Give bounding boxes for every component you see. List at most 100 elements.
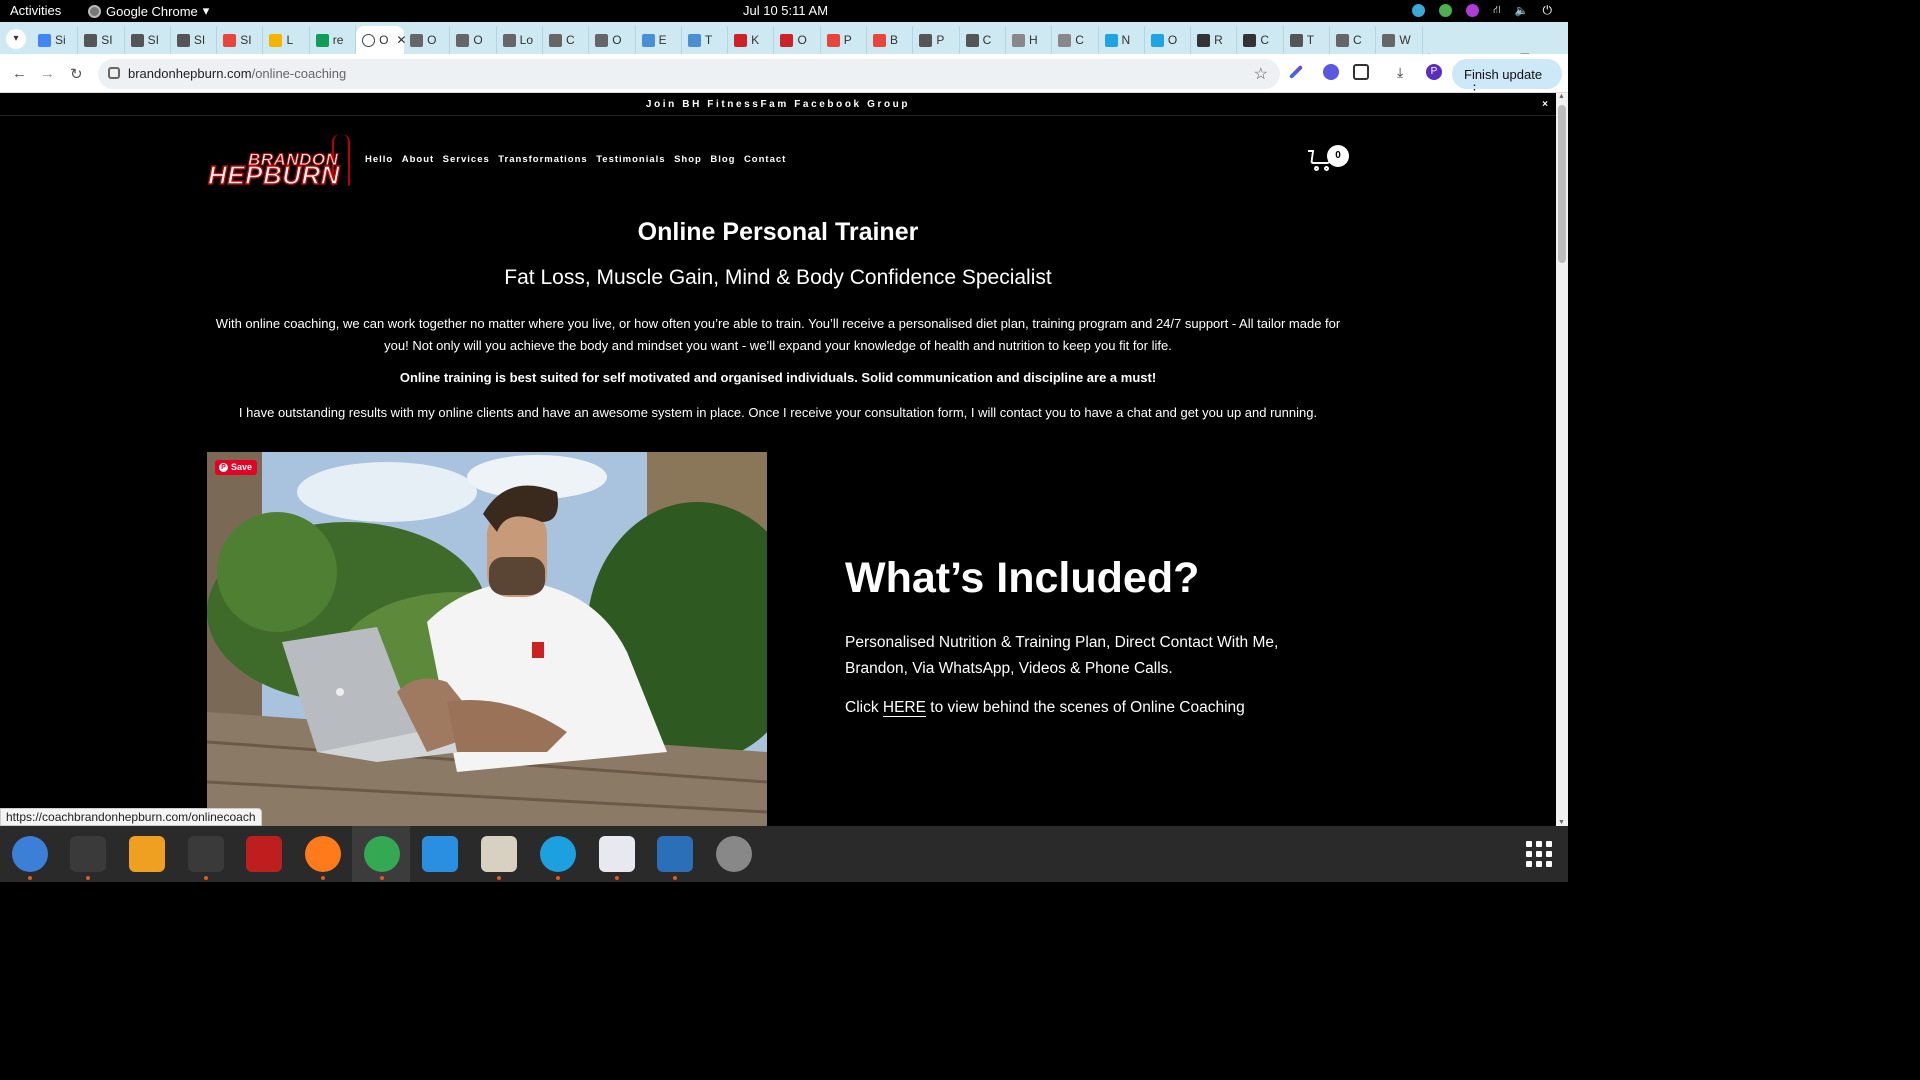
browser-tab[interactable]: T: [1284, 26, 1331, 54]
firefox-icon[interactable]: [305, 836, 341, 872]
browser-tab[interactable]: O: [1145, 26, 1192, 54]
nav-link-services[interactable]: Services: [443, 154, 490, 165]
color-picker-icon[interactable]: [1466, 4, 1480, 17]
document-viewer-icon[interactable]: [657, 836, 693, 872]
browser-tab[interactable]: re: [310, 26, 357, 54]
activities-button[interactable]: Activities: [10, 3, 61, 18]
tab-label: C: [1353, 33, 1362, 47]
system-monitor-icon[interactable]: [188, 836, 224, 872]
vscode-icon[interactable]: [422, 836, 458, 872]
tab-label: SI: [193, 33, 206, 47]
here-link[interactable]: HERE: [882, 699, 926, 717]
browser-tab[interactable]: O: [450, 26, 497, 54]
app-grid-icon[interactable]: [1526, 841, 1552, 867]
forward-icon[interactable]: →: [40, 65, 55, 82]
files-icon[interactable]: [481, 836, 517, 872]
cart-count-badge[interactable]: 0: [1327, 145, 1349, 167]
app-menu[interactable]: Google Chrome ▾: [88, 3, 209, 19]
back-icon[interactable]: ←: [12, 65, 27, 82]
browser-tab[interactable]: SI: [171, 26, 218, 54]
tab-label: re: [332, 33, 344, 47]
banner-link[interactable]: Join BH FitnessFam Facebook Group: [646, 99, 910, 110]
tab-search-button[interactable]: ▾: [6, 29, 26, 49]
browser-tab[interactable]: H: [1006, 26, 1053, 54]
nav-link-hello[interactable]: Hello: [365, 154, 393, 165]
logo-line2: HEPBURN: [207, 159, 341, 190]
tab-favicon-icon: [687, 33, 701, 47]
scroll-up-icon[interactable]: ▲: [1558, 93, 1565, 100]
browser-tab[interactable]: T: [682, 26, 729, 54]
chrome-icon[interactable]: [364, 836, 400, 872]
clock[interactable]: Jul 10 5:11 AM: [743, 3, 828, 18]
browser-tab[interactable]: K: [728, 26, 775, 54]
extensions-puzzle-icon[interactable]: [1353, 64, 1369, 80]
browser-tab[interactable]: N: [1099, 26, 1145, 54]
profile-avatar[interactable]: P: [1426, 64, 1442, 80]
browser-tab[interactable]: C: [1330, 26, 1377, 54]
nav-link-about[interactable]: About: [402, 154, 434, 165]
nav-link-shop[interactable]: Shop: [674, 154, 702, 165]
site-logo[interactable]: BRANDON HEPBURN: [206, 132, 351, 191]
disk-utility-icon[interactable]: [716, 836, 752, 872]
tab-favicon-icon: [315, 33, 329, 47]
nav-link-blog[interactable]: Blog: [710, 154, 735, 165]
browser-tab[interactable]: P: [913, 26, 960, 54]
facebook-group-banner[interactable]: Join BH FitnessFam Facebook Group ×: [0, 93, 1556, 116]
tab-favicon-icon: [1197, 33, 1211, 47]
scrollbar-thumb[interactable]: [1558, 105, 1566, 263]
browser-tab[interactable]: O: [774, 26, 821, 54]
pinterest-save-button[interactable]: P Save: [215, 460, 258, 475]
system-top-bar: Activities Google Chrome ▾ Jul 10 5:11 AM…: [0, 0, 1568, 22]
banner-close-icon[interactable]: ×: [1542, 93, 1548, 116]
reload-icon[interactable]: ↻: [70, 65, 83, 83]
finish-update-button[interactable]: Finish update ⋮: [1452, 59, 1562, 97]
tab-favicon-icon: [269, 33, 283, 47]
network-icon[interactable]: ⛙: [1493, 4, 1501, 18]
browser-tab[interactable]: Si: [32, 26, 79, 54]
address-bar[interactable]: brandonhepburn.com/online-coaching ☆: [98, 59, 1280, 89]
system-tray[interactable]: ⛙ 🔈 ⏻: [1412, 3, 1552, 18]
scroll-down-icon[interactable]: ▼: [1558, 819, 1565, 826]
volume-icon[interactable]: 🔈: [1515, 4, 1529, 17]
text-editor-icon[interactable]: [599, 836, 635, 872]
browser-tab[interactable]: P: [821, 26, 868, 54]
update-icon[interactable]: [1412, 4, 1426, 17]
browser-tab[interactable]: C: [1052, 26, 1099, 54]
extension-icon[interactable]: [1439, 4, 1453, 17]
thunderbird-icon[interactable]: [12, 836, 48, 872]
power-icon[interactable]: ⏻: [1543, 3, 1553, 18]
tab-label: P: [936, 33, 945, 47]
browser-tab[interactable]: SI: [125, 26, 171, 54]
browser-tab[interactable]: B: [867, 26, 914, 54]
browser-tab[interactable]: C: [1237, 26, 1284, 54]
page-content: BRANDON HEPBURN Hello About Services Transf…: [0, 116, 1556, 826]
toolbar: ← → ↻ brandonhepburn.com/online-coaching…: [0, 54, 1568, 97]
filezilla-icon[interactable]: [246, 836, 282, 872]
browser-tab[interactable]: O: [404, 26, 451, 54]
calculator-icon[interactable]: [129, 836, 165, 872]
site-info-icon[interactable]: [108, 67, 120, 79]
bookmark-star-icon[interactable]: ☆: [1254, 64, 1268, 84]
browser-tab[interactable]: Lo: [497, 26, 543, 54]
page-scrollbar[interactable]: ▲ ▼: [1556, 93, 1568, 826]
browser-tab[interactable]: R: [1191, 26, 1238, 54]
browser-tab[interactable]: O ✕: [356, 26, 406, 54]
download-icon[interactable]: ⤓: [1397, 64, 1413, 80]
tabs: Si SI SI SI SI Lre O ✕ O O Lo C O E T K O P B P C H C N O R C T C W: [32, 26, 1423, 54]
browser-tab[interactable]: SI: [217, 26, 264, 54]
nav-link-transformations[interactable]: Transformations: [498, 154, 587, 165]
nav-link-testimonials[interactable]: Testimonials: [596, 154, 665, 165]
terminal-icon[interactable]: [70, 836, 106, 872]
browser-tab[interactable]: W: [1376, 26, 1423, 54]
nav-link-contact[interactable]: Contact: [744, 154, 786, 165]
browser-tab[interactable]: L: [263, 26, 310, 54]
url-text[interactable]: brandonhepburn.com/online-coaching: [128, 66, 346, 81]
pen-extension-icon[interactable]: [1288, 64, 1304, 80]
browser-tab[interactable]: C: [960, 26, 1006, 54]
browser-tab[interactable]: E: [636, 26, 682, 54]
skype-icon[interactable]: [540, 836, 576, 872]
browser-tab[interactable]: SI: [78, 26, 125, 54]
browser-tab[interactable]: O: [589, 26, 636, 54]
gear-extension-icon[interactable]: [1323, 64, 1339, 80]
browser-tab[interactable]: C: [543, 26, 590, 54]
